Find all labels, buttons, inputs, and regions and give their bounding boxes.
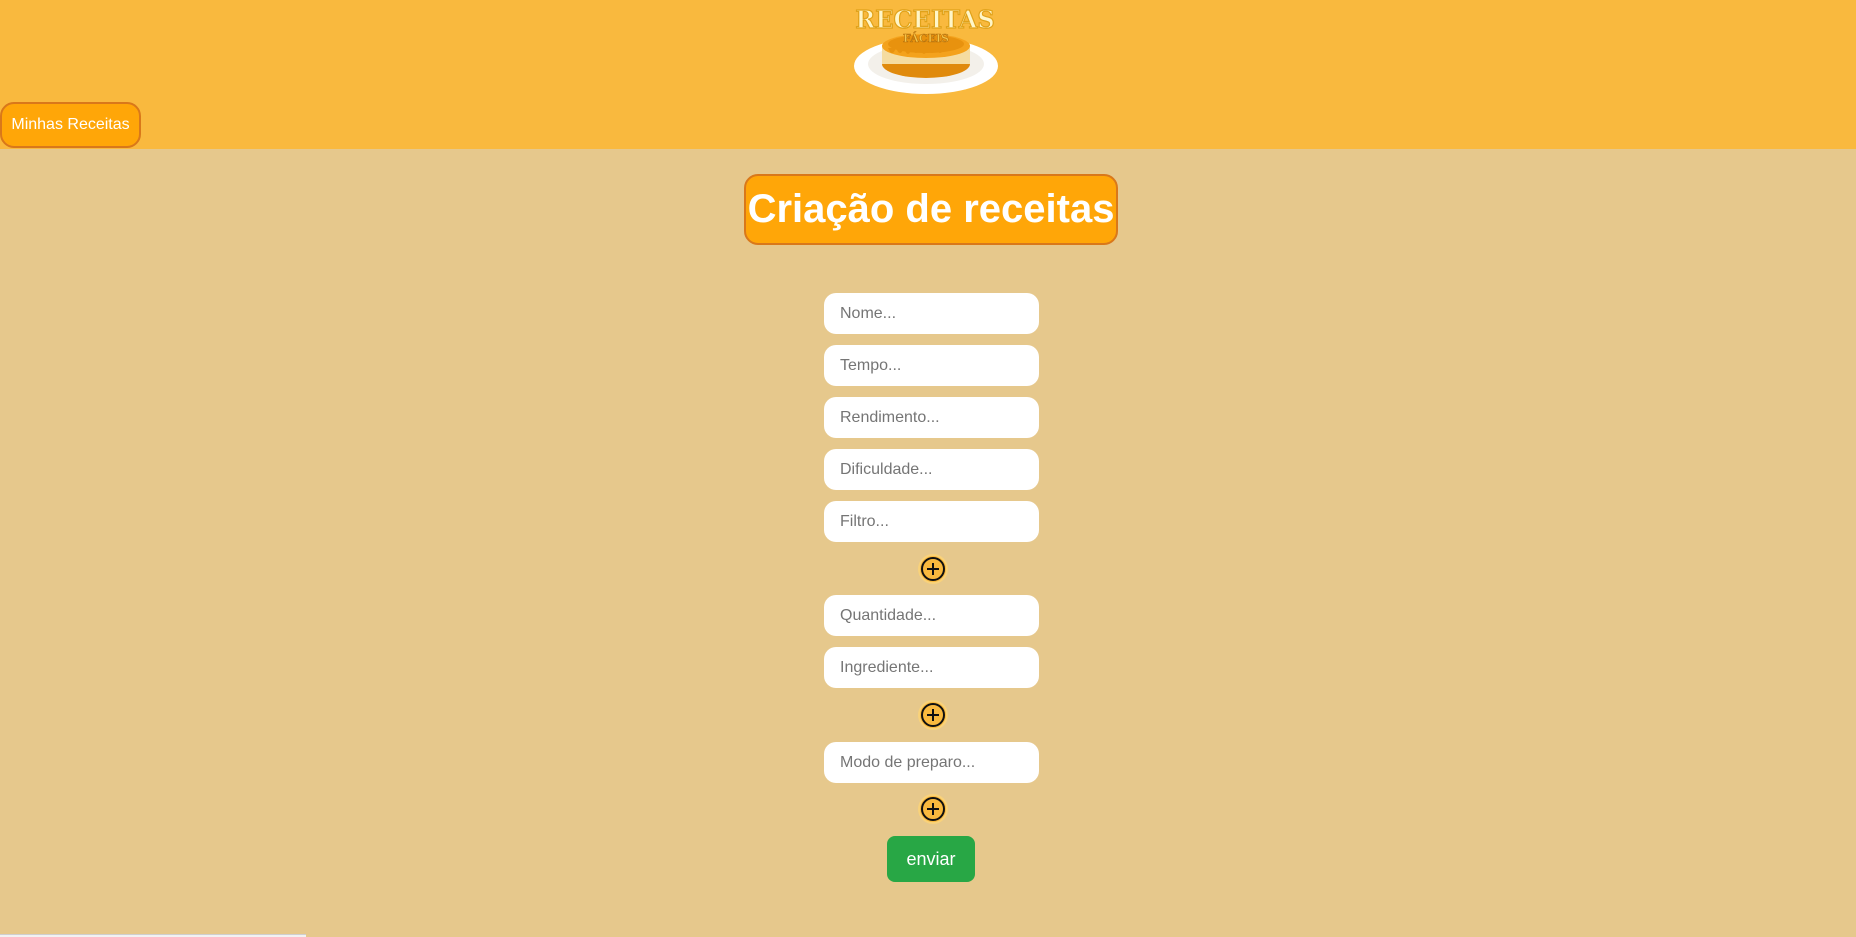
enviar-button[interactable]: enviar — [887, 836, 975, 882]
minhas-receitas-button[interactable]: Minhas Receitas — [0, 102, 141, 148]
add-ingrediente-button[interactable] — [918, 700, 948, 730]
plus-circle-icon — [921, 703, 945, 727]
logo-subtitle: FÁCEIS — [903, 31, 949, 45]
quantidade-input[interactable] — [824, 595, 1039, 636]
plus-circle-icon — [921, 797, 945, 821]
plus-circle-icon — [921, 557, 945, 581]
rendimento-input[interactable] — [824, 397, 1039, 438]
receitas-faceis-logo[interactable]: RECEITAS FÁCEIS — [830, 4, 1020, 96]
add-modo-preparo-button[interactable] — [918, 794, 948, 824]
modo-preparo-input[interactable] — [824, 742, 1039, 783]
ingrediente-input[interactable] — [824, 647, 1039, 688]
site-header: RECEITAS FÁCEIS Minhas Receitas — [0, 0, 1856, 149]
page-title: Criação de receitas — [744, 174, 1118, 245]
add-filtro-button[interactable] — [918, 554, 948, 584]
filtro-input[interactable] — [824, 501, 1039, 542]
tempo-input[interactable] — [824, 345, 1039, 386]
logo-title: RECEITAS — [855, 5, 994, 34]
dificuldade-input[interactable] — [824, 449, 1039, 490]
nome-input[interactable] — [824, 293, 1039, 334]
